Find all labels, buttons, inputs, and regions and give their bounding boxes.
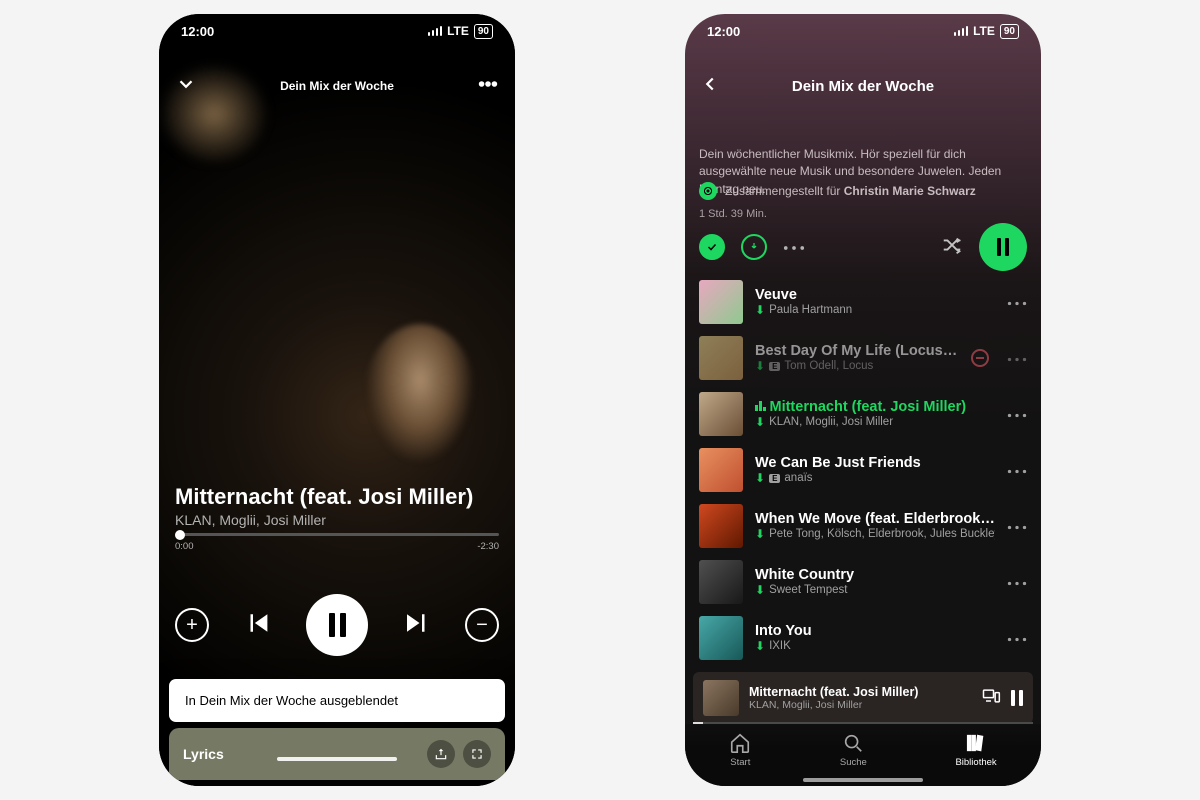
remaining-time: -2:30	[477, 541, 499, 552]
downloaded-icon: ⬇	[755, 583, 765, 597]
track-row[interactable]: Into You⬇ IXIK	[685, 610, 1041, 666]
playlist-title: Dein Mix der Woche	[699, 78, 1027, 95]
playlist-more-button[interactable]	[783, 238, 805, 256]
track-more-button[interactable]	[1007, 461, 1027, 479]
next-button[interactable]	[402, 608, 432, 643]
track-subtitle: ⬇ KLAN, Moglii, Josi Miller	[755, 415, 995, 429]
track-row[interactable]: Best Day Of My Life (Locus Re…⬇E Tom Ode…	[685, 330, 1041, 386]
lyrics-label: Lyrics	[183, 746, 224, 762]
more-options-button[interactable]	[477, 73, 499, 100]
track-more-button[interactable]	[1007, 629, 1027, 647]
remove-button[interactable]: −	[465, 608, 499, 642]
share-icon[interactable]	[427, 740, 455, 768]
track-name: Best Day Of My Life (Locus Re…	[755, 343, 959, 359]
track-artwork	[699, 336, 743, 380]
network-label: LTE	[447, 24, 469, 38]
downloaded-icon: ⬇	[755, 415, 765, 429]
nav-home[interactable]: Start	[729, 732, 751, 768]
downloaded-icon: ⬇	[755, 303, 765, 317]
track-artwork	[699, 616, 743, 660]
song-artists: KLAN, Moglii, Josi Miller	[175, 512, 499, 528]
track-subtitle: ⬇ Paula Hartmann	[755, 303, 995, 317]
album-artwork	[159, 14, 515, 786]
mini-pause-button[interactable]	[1011, 690, 1023, 706]
download-button[interactable]	[741, 234, 767, 260]
downloaded-icon: ⬇	[755, 527, 765, 541]
track-artwork	[699, 448, 743, 492]
nav-library[interactable]: Bibliothek	[955, 732, 996, 768]
battery-icon: 90	[474, 24, 493, 39]
elapsed-time: 0:00	[175, 541, 194, 552]
devices-icon[interactable]	[981, 686, 1001, 711]
track-name: When We Move (feat. Elderbrook & J…	[755, 511, 995, 527]
track-subtitle: ⬇E anaïs	[755, 471, 995, 485]
track-more-button[interactable]	[1007, 517, 1027, 535]
downloaded-icon: ⬇	[755, 359, 765, 373]
pause-button[interactable]	[306, 594, 368, 656]
status-time: 12:00	[181, 24, 214, 39]
home-indicator	[803, 778, 923, 782]
previous-button[interactable]	[243, 608, 273, 643]
status-time: 12:00	[707, 24, 740, 39]
track-name: Mitternacht (feat. Josi Miller)	[755, 399, 995, 415]
downloaded-icon: ⬇	[755, 639, 765, 653]
curated-line: Zusammengestellt für Christin Marie Schw…	[699, 182, 1027, 200]
expand-icon[interactable]	[463, 740, 491, 768]
track-name: Veuve	[755, 287, 995, 303]
track-more-button[interactable]	[1007, 349, 1027, 367]
track-row[interactable]: Mitternacht (feat. Josi Miller)⬇ KLAN, M…	[685, 386, 1041, 442]
status-bar: 12:00 LTE 90	[685, 14, 1041, 48]
mini-artwork	[703, 680, 739, 716]
blocked-icon	[971, 349, 989, 367]
minimize-button[interactable]	[175, 73, 197, 100]
added-check-button[interactable]	[699, 234, 725, 260]
nav-search[interactable]: Suche	[840, 732, 867, 768]
mini-song-title: Mitternacht (feat. Josi Miller)	[749, 685, 971, 699]
battery-icon: 90	[1000, 24, 1019, 39]
progress-bar[interactable]: 0:00 -2:30	[175, 533, 499, 552]
track-subtitle: ⬇ Pete Tong, Kölsch, Elderbrook, Jules B…	[755, 527, 995, 541]
mini-player[interactable]: Mitternacht (feat. Josi Miller) KLAN, Mo…	[693, 672, 1033, 724]
track-artwork	[699, 504, 743, 548]
track-name: We Can Be Just Friends	[755, 455, 995, 471]
track-artwork	[699, 280, 743, 324]
track-subtitle: ⬇ Sweet Tempest	[755, 583, 995, 597]
playlist-screen: 12:00 LTE 90 Dein Mix der Woche Dein wöc…	[685, 14, 1041, 786]
track-name: Into You	[755, 623, 995, 639]
toast-message: In Dein Mix der Woche ausgeblendet	[169, 679, 505, 722]
home-indicator	[277, 757, 397, 761]
track-subtitle: ⬇E Tom Odell, Locus	[755, 359, 959, 373]
song-title: Mitternacht (feat. Josi Miller)	[175, 484, 499, 509]
playlist-duration: 1 Std. 39 Min.	[699, 208, 767, 220]
track-more-button[interactable]	[1007, 293, 1027, 311]
signal-icon	[954, 26, 969, 36]
track-name: White Country	[755, 567, 995, 583]
downloaded-icon: ⬇	[755, 471, 765, 485]
spotify-icon	[699, 182, 717, 200]
context-title: Dein Mix der Woche	[280, 79, 394, 93]
track-list[interactable]: Veuve⬇ Paula Hartmann Best Day Of My Life…	[685, 274, 1041, 670]
track-artwork	[699, 392, 743, 436]
track-subtitle: ⬇ IXIK	[755, 639, 995, 653]
track-row[interactable]: White Country⬇ Sweet Tempest	[685, 554, 1041, 610]
now-playing-screen: 12:00 LTE 90 Dein Mix der Woche Mitterna…	[159, 14, 515, 786]
add-button[interactable]: +	[175, 608, 209, 642]
track-artwork	[699, 560, 743, 604]
lyrics-panel[interactable]: Lyrics	[169, 728, 505, 780]
explicit-badge: E	[769, 474, 780, 483]
status-bar: 12:00 LTE 90	[159, 14, 515, 48]
track-more-button[interactable]	[1007, 573, 1027, 591]
track-row[interactable]: We Can Be Just Friends⬇E anaïs	[685, 442, 1041, 498]
network-label: LTE	[973, 24, 995, 38]
track-more-button[interactable]	[1007, 405, 1027, 423]
shuffle-button[interactable]	[941, 234, 963, 261]
mini-song-artists: KLAN, Moglii, Josi Miller	[749, 699, 971, 711]
track-row[interactable]: When We Move (feat. Elderbrook & J…⬇ Pet…	[685, 498, 1041, 554]
play-pause-fab[interactable]	[979, 223, 1027, 271]
signal-icon	[428, 26, 443, 36]
track-row[interactable]: Veuve⬇ Paula Hartmann	[685, 274, 1041, 330]
explicit-badge: E	[769, 362, 780, 371]
bottom-nav: Start Suche Bibliothek	[685, 724, 1041, 786]
